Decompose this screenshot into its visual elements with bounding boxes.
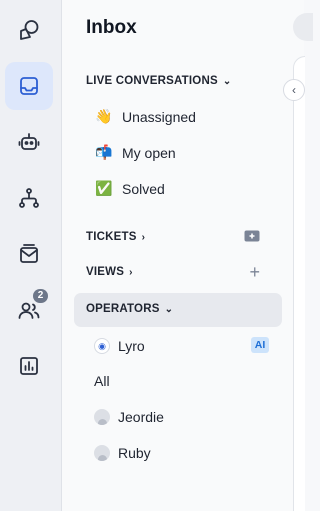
rail-inbox-button[interactable]: [5, 62, 53, 110]
add-ticket-button[interactable]: [244, 229, 260, 247]
operators-header[interactable]: OPERATORS ⌄: [86, 303, 173, 315]
lyro-bot-icon: ◉: [94, 338, 110, 354]
bot-icon: [18, 133, 40, 150]
flows-icon: [19, 188, 39, 208]
page-title: Inbox: [86, 17, 137, 38]
operators-label: OPERATORS: [86, 303, 160, 315]
operator-item-lyro[interactable]: ◉ Lyro: [94, 338, 145, 354]
nav-item-my-open[interactable]: 📬 My open: [94, 144, 176, 161]
wave-icon: 👋: [95, 108, 113, 124]
avatar: [94, 445, 110, 461]
collapse-panel-button[interactable]: ‹: [283, 79, 305, 101]
views-header[interactable]: VIEWS ›: [86, 266, 133, 278]
operator-label: All: [94, 373, 110, 389]
nav-item-solved[interactable]: ✅ Solved: [94, 180, 165, 197]
nav-item-label: My open: [122, 144, 176, 161]
operator-item-jeordie[interactable]: Jeordie: [94, 409, 164, 425]
shapes-icon: [20, 20, 39, 40]
add-ticket-icon: [244, 230, 260, 242]
mail-icon: [20, 244, 38, 263]
chevron-right-icon: ›: [129, 266, 133, 278]
views-label: VIEWS: [86, 266, 125, 278]
ai-badge: AI: [251, 337, 269, 353]
analytics-icon: [20, 357, 38, 375]
team-count-badge: 2: [33, 289, 48, 303]
check-icon: ✅: [95, 180, 113, 196]
mailbox-icon: 📬: [95, 144, 113, 160]
operator-label: Lyro: [118, 338, 145, 354]
rail-bot-button[interactable]: [5, 118, 53, 166]
inbox-panel: Inbox LIVE CONVERSATIONS ⌄ 👋 Unassigned …: [62, 0, 304, 511]
add-view-button[interactable]: +: [249, 262, 260, 283]
rail-flows-button[interactable]: [5, 174, 53, 222]
operator-label: Ruby: [118, 445, 151, 461]
avatar: [94, 409, 110, 425]
operator-item-all[interactable]: All: [94, 373, 110, 389]
live-conversations-label: LIVE CONVERSATIONS: [86, 75, 218, 87]
live-conversations-header[interactable]: LIVE CONVERSATIONS ⌄: [86, 75, 231, 87]
nav-item-label: Unassigned: [122, 108, 196, 125]
rail-team-button[interactable]: 2: [5, 286, 53, 334]
chevron-down-icon: ⌄: [222, 75, 232, 87]
main-content-edge: [293, 56, 305, 511]
nav-item-label: Solved: [122, 180, 165, 197]
chevron-down-icon: ⌄: [164, 303, 174, 315]
inbox-icon: [20, 77, 38, 95]
chevron-right-icon: ›: [141, 231, 146, 243]
tickets-header[interactable]: TICKETS ›: [86, 231, 145, 243]
rail-shapes-button[interactable]: [5, 6, 53, 54]
chevron-left-icon: ‹: [292, 83, 296, 97]
rail-analytics-button[interactable]: [5, 342, 53, 390]
operator-item-ruby[interactable]: Ruby: [94, 445, 151, 461]
operator-label: Jeordie: [118, 409, 164, 425]
nav-item-unassigned[interactable]: 👋 Unassigned: [94, 108, 196, 125]
edge-control: [293, 13, 313, 41]
icon-rail: 2: [0, 0, 62, 511]
tickets-label: TICKETS: [86, 231, 137, 243]
rail-mail-button[interactable]: [5, 230, 53, 278]
